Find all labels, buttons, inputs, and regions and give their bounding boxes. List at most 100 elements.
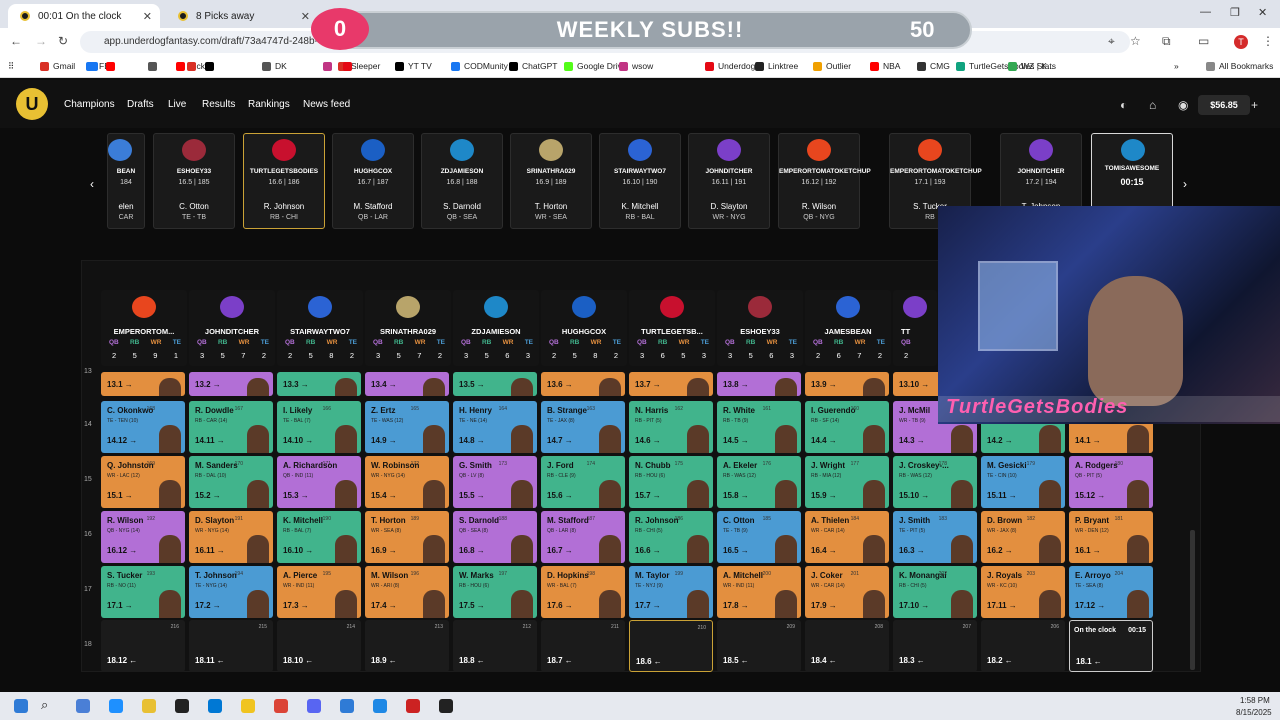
close-tab-icon[interactable]: ✕ <box>301 10 310 23</box>
taskbar-app-icon[interactable] <box>406 699 420 713</box>
recent-pick-card[interactable]: TURTLEGETSBODIES 16.6 | 186 R. Johnson RB -… <box>243 133 325 229</box>
close-window-icon[interactable]: ✕ <box>1258 6 1267 19</box>
empty-board-cell[interactable]: 18.6 ← 210 <box>629 620 713 672</box>
board-cell[interactable]: M. Taylor TE - NYJ (9) 199 17.7 → <box>629 566 713 618</box>
nav-live[interactable]: Live <box>168 99 186 110</box>
on-clock-card[interactable]: TOMISAWESOME 00:15 <box>1091 133 1173 209</box>
recent-pick-card[interactable]: SRINATHRA029 16.9 | 189 T. Horton WR - SEA <box>510 133 592 229</box>
underdog-logo-icon[interactable]: U <box>16 88 48 120</box>
sidebar-icon[interactable]: ▭ <box>1198 34 1209 48</box>
board-cell[interactable]: K. Monangai RB - CHI (5) 202 17.10 → <box>893 566 977 618</box>
board-cell[interactable]: H. Henry TE - NE (14) 164 14.8 → <box>453 401 537 453</box>
bookmark-quick-icon[interactable] <box>187 62 196 71</box>
empty-board-cell[interactable]: 18.8 ← 212 <box>453 620 537 672</box>
board-cell[interactable]: E. Arroyo TE - SEA (8) 204 17.12 → <box>1069 566 1153 618</box>
bookmark-11[interactable]: Linktree <box>755 61 798 71</box>
account-icon[interactable]: ◉ <box>1178 98 1188 112</box>
taskbar-app-icon[interactable] <box>340 699 354 713</box>
empty-board-cell[interactable]: 18.7 ← 211 <box>541 620 625 672</box>
board-cell[interactable]: R. Dowdle RB - CAR (14) 167 14.11 → <box>189 401 273 453</box>
recent-pick-card[interactable]: ESHOEY33 16.5 | 185 C. Otton TE - TB <box>153 133 235 229</box>
taskbar-app-icon[interactable] <box>274 699 288 713</box>
carousel-next-icon[interactable]: › <box>1183 177 1187 191</box>
location-icon[interactable]: ⌖ <box>1108 34 1115 49</box>
recent-pick-card[interactable]: STAIRWAYTWO7 16.10 | 190 K. Mitchell RB - B… <box>599 133 681 229</box>
board-cell[interactable]: W. Robinson WR - NYG (14) 172 15.4 → <box>365 456 449 508</box>
board-cell[interactable]: M. Wilson WR - ARI (8) 196 17.4 → <box>365 566 449 618</box>
bookmark-9[interactable]: wsow <box>619 61 653 71</box>
taskbar-app-icon[interactable] <box>109 699 123 713</box>
recent-pick-card[interactable]: ZDJAMIESON 16.8 | 188 S. Darnold QB - SEA <box>421 133 503 229</box>
apps-grid-icon[interactable]: ⠿ <box>8 61 14 72</box>
board-cell[interactable]: J. Croskey-... RB - WAS (12) 178 15.10 → <box>893 456 977 508</box>
bookmark-12[interactable]: Outlier <box>813 61 851 71</box>
bookmark-star-icon[interactable]: ☆ <box>1130 34 1141 48</box>
board-cell[interactable]: T. Johnson TE - NYG (14) 194 17.2 → <box>189 566 273 618</box>
board-cell[interactable]: P. Bryant WR - DEN (12) 181 16.1 → <box>1069 511 1153 563</box>
recent-pick-card[interactable]: EMPERORTOMATOKETCHUP 16.12 | 192 R. Wilson… <box>778 133 871 229</box>
taskbar-app-icon[interactable] <box>439 699 453 713</box>
board-cell[interactable]: K. Mitchell RB - BAL (7) 190 16.10 → <box>277 511 361 563</box>
profile-avatar[interactable]: T <box>1234 35 1248 49</box>
taskbar-app-icon[interactable] <box>208 699 222 713</box>
board-cell[interactable]: R. White RB - TB (9) 161 14.5 → <box>717 401 801 453</box>
taskbar-app-icon[interactable] <box>373 699 387 713</box>
board-cell[interactable]: S. Darnold QB - SEA (8) 188 16.8 → <box>453 511 537 563</box>
balance-badge[interactable]: $56.85 <box>1198 95 1250 115</box>
carousel-prev-icon[interactable]: ‹ <box>90 177 94 191</box>
empty-board-cell[interactable]: 18.11 ← 215 <box>189 620 273 672</box>
board-cell[interactable]: C. Okonkwo TE - TEN (10) 168 14.12 → <box>101 401 185 453</box>
bookmark-0[interactable]: Gmail <box>40 61 75 71</box>
windows-start-icon[interactable] <box>14 699 28 713</box>
nav-news-feed[interactable]: News feed <box>303 99 350 110</box>
extensions-icon[interactable]: ⧉ <box>1162 34 1171 49</box>
recent-pick-card[interactable]: JOHNDITCHER 16.11 | 191 D. Slayton WR - NYG <box>688 133 770 229</box>
board-cell[interactable]: A. Thielen WR - CAR (14) 184 16.4 → <box>805 511 889 563</box>
menu-dots-icon[interactable]: ⋮ <box>1262 34 1274 48</box>
board-cell[interactable]: 13.6 → <box>541 372 625 396</box>
empty-board-cell[interactable]: 18.3 ← 207 <box>893 620 977 672</box>
board-cell[interactable]: A. Rodgers QB - PIT (5) 180 15.12 → <box>1069 456 1153 508</box>
theme-toggle-icon[interactable]: ◐ <box>1120 98 1127 112</box>
taskbar-app-icon[interactable] <box>175 699 189 713</box>
board-cell[interactable]: J. Royals WR - KC (10) 203 17.11 → <box>981 566 1065 618</box>
board-cell[interactable]: 13.2 → <box>189 372 273 396</box>
empty-board-cell[interactable]: 18.4 ← 208 <box>805 620 889 672</box>
taskbar-app-icon[interactable] <box>76 699 90 713</box>
empty-board-cell[interactable]: 18.10 ← 214 <box>277 620 361 672</box>
board-cell[interactable]: R. Johnson RB - CHI (5) 186 16.6 → <box>629 511 713 563</box>
board-cell[interactable]: D. Slayton WR - NYG (14) 191 16.11 → <box>189 511 273 563</box>
board-cell[interactable]: A. Pierce WR - IND (11) 195 17.3 → <box>277 566 361 618</box>
board-cell[interactable]: J. Smith TE - PIT (5) 183 16.3 → <box>893 511 977 563</box>
recent-pick-card[interactable]: HUGHGCOX 16.7 | 187 M. Stafford QB - LAR <box>332 133 414 229</box>
bookmark-quick-icon[interactable] <box>205 62 214 71</box>
bookmark-17[interactable]: All Bookmarks <box>1206 61 1273 71</box>
empty-board-cell[interactable]: 18.12 ← 216 <box>101 620 185 672</box>
bookmark-quick-icon[interactable] <box>343 62 352 71</box>
forward-icon[interactable]: → <box>35 34 47 48</box>
tab-on-the-clock[interactable]: 00:01 On the clock ✕ <box>8 4 160 28</box>
bookmark-3[interactable]: DK <box>262 61 287 71</box>
taskbar-app-icon[interactable] <box>142 699 156 713</box>
board-cell[interactable]: J. Ford RB - CLE (9) 174 15.6 → <box>541 456 625 508</box>
board-cell[interactable]: A. Mitchell WR - IND (11) 200 17.8 → <box>717 566 801 618</box>
board-cell[interactable]: G. Smith QB - LV (8) 173 15.5 → <box>453 456 537 508</box>
bookmark-8[interactable]: Google Drive <box>564 61 627 71</box>
bookmark-7[interactable]: ChatGPT <box>509 61 557 71</box>
board-cell[interactable]: J. Wright RB - MIA (12) 177 15.9 → <box>805 456 889 508</box>
minimize-icon[interactable]: — <box>1200 6 1211 18</box>
board-cell[interactable]: I. Likely TE - BAL (7) 166 14.10 → <box>277 401 361 453</box>
empty-board-cell[interactable]: 18.5 ← 209 <box>717 620 801 672</box>
board-cell[interactable]: A. Ekeler RB - WAS (12) 176 15.8 → <box>717 456 801 508</box>
board-cell[interactable]: D. Brown WR - JAX (8) 182 16.2 → <box>981 511 1065 563</box>
search-icon[interactable]: ⌕ <box>41 697 48 713</box>
empty-board-cell[interactable]: 18.1 ← On the clock 00:15 <box>1069 620 1153 672</box>
bookmark-quick-icon[interactable] <box>106 62 115 71</box>
gift-icon[interactable]: ⌂ <box>1149 98 1156 112</box>
board-cell[interactable]: 13.8 → <box>717 372 801 396</box>
bookmark-quick-icon[interactable] <box>89 62 98 71</box>
bookmark-5[interactable]: YT TV <box>395 61 432 71</box>
board-cell[interactable]: 13.4 → <box>365 372 449 396</box>
tab-picks-away[interactable]: 8 Picks away ✕ <box>166 4 318 28</box>
board-cell[interactable]: N. Harris RB - PIT (5) 162 14.6 → <box>629 401 713 453</box>
